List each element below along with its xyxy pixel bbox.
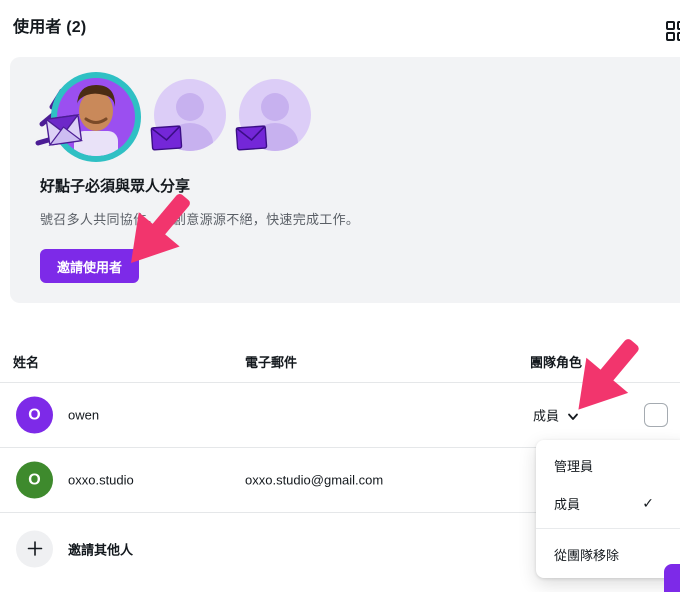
help-button-cutoff[interactable] (664, 564, 680, 592)
invite-others-label: 邀請其他人 (68, 542, 134, 557)
menu-item-label: 成員 (554, 496, 581, 512)
invite-promo-banner: 好點子必須與眾人分享 號召多人共同協作，讓創意源源不絕，快速完成工作。 邀請使用… (10, 57, 680, 303)
chevron-down-icon (567, 410, 579, 422)
check-icon: ✓ (642, 494, 654, 511)
role-dropdown-menu: 管理員 成員 ✓ 從團隊移除 (536, 440, 680, 578)
add-user-button[interactable] (16, 530, 53, 567)
menu-divider (536, 528, 680, 529)
user-name: owen (68, 407, 100, 423)
menu-item-label: 管理員 (554, 458, 594, 474)
column-header-role: 團隊角色 (530, 355, 583, 370)
column-header-email: 電子郵件 (245, 355, 298, 370)
column-header-name: 姓名 (13, 355, 40, 370)
user-name: oxxo.studio (68, 472, 134, 488)
grid-icon[interactable] (664, 18, 680, 42)
menu-item-admin[interactable]: 管理員 (536, 446, 680, 484)
row-checkbox[interactable] (644, 403, 668, 427)
avatar: O (16, 461, 53, 499)
role-value: 成員 (533, 408, 560, 424)
page-title: 使用者 (2) (13, 19, 87, 36)
banner-subtext: 號召多人共同協作，讓創意源源不絕，快速完成工作。 (40, 212, 360, 227)
table-header-row: 姓名 電子郵件 團隊角色 (0, 330, 680, 383)
avatar: O (16, 396, 53, 434)
menu-item-remove-from-team[interactable]: 從團隊移除 (536, 535, 680, 573)
banner-heading: 好點子必須與眾人分享 (40, 178, 191, 195)
invite-users-button[interactable]: 邀請使用者 (40, 249, 140, 283)
role-dropdown-trigger[interactable]: 成員 (533, 406, 579, 425)
table-row-owen: O owen 成員 (0, 383, 680, 448)
menu-item-label: 從團隊移除 (554, 547, 620, 563)
menu-item-member[interactable]: 成員 ✓ (536, 484, 680, 522)
user-email: oxxo.studio@gmail.com (245, 472, 384, 488)
team-avatars-illustration (30, 69, 330, 169)
page-header: 使用者 (2) (0, 0, 680, 48)
plus-icon (27, 541, 43, 557)
